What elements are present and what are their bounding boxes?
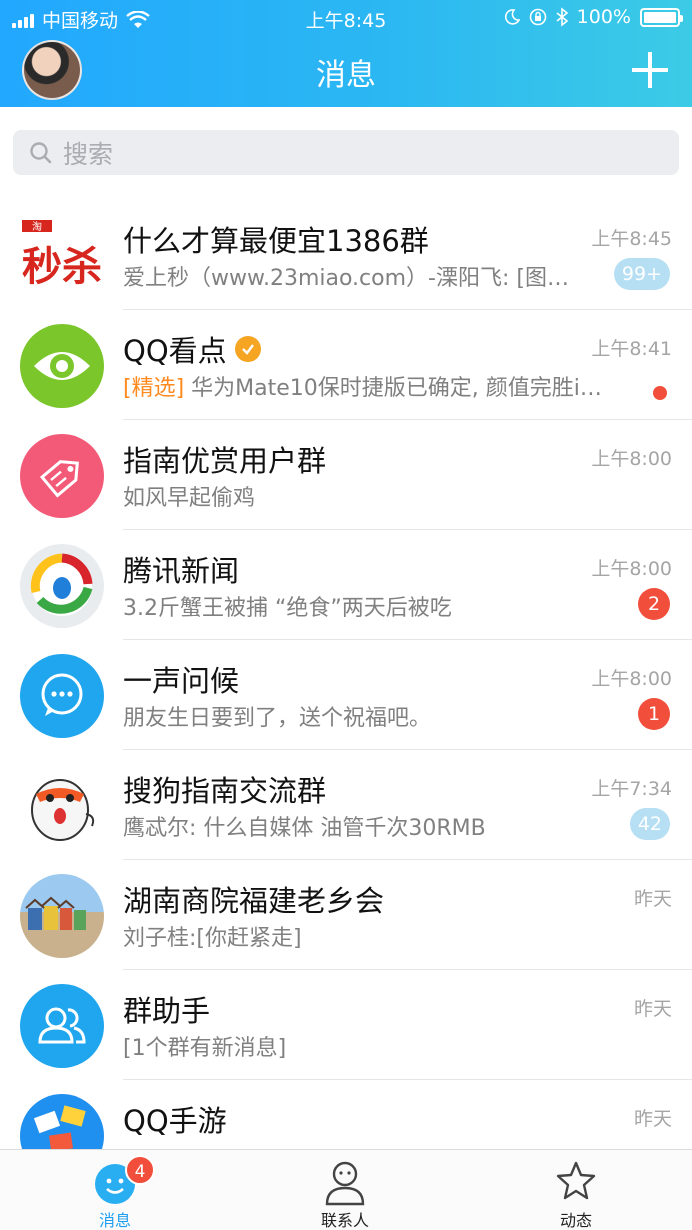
conversation-preview: 鹰忒尔: 什么自媒体 油管千次30RMB xyxy=(123,816,486,841)
conversation-time: 昨天 xyxy=(633,888,672,910)
tab-contacts[interactable]: 联系人 xyxy=(275,1150,415,1230)
svg-text:秒杀: 秒杀 xyxy=(22,244,102,290)
status-right: 100% xyxy=(504,6,683,28)
conversation-row[interactable]: 群助手 [1个群有新消息] 昨天 xyxy=(0,970,692,1080)
conversation-name: 什么才算最便宜1386群 xyxy=(123,224,429,258)
group-icon xyxy=(20,984,104,1068)
conversation-row[interactable]: 指南优赏用户群 如风早起偷鸡 上午8:00 xyxy=(0,420,692,530)
unread-badge: 42 xyxy=(629,808,670,840)
svg-text:淘: 淘 xyxy=(32,220,42,233)
tab-bar: 4 消息 联系人 动态 xyxy=(0,1149,692,1230)
conversation-time: 昨天 xyxy=(633,998,672,1020)
verified-icon xyxy=(234,336,261,362)
tab-unread-badge: 4 xyxy=(125,1155,155,1185)
conversation-time: 上午8:41 xyxy=(591,338,672,360)
conversation-preview: 朋友生日要到了，送个祝福吧。 xyxy=(123,706,432,731)
conversation-preview: [1个群有新消息] xyxy=(123,1036,287,1061)
status-bar: 中国移动 上午8:45 100% xyxy=(0,0,692,36)
moon-icon xyxy=(504,9,520,25)
conversation-row[interactable]: 湖南商院福建老乡会 刘子桂:[你赶紧走] 昨天 xyxy=(0,860,692,970)
conversation-preview: 如风早起偷鸡 xyxy=(123,486,256,511)
conversation-preview: 3.2斤蟹王被捕 “绝食”两天后被吃 xyxy=(123,596,452,621)
conversation-row[interactable]: QQ看点 [精选] 华为Mate10保时捷版已确定, 颜值完胜i… 上午8:41 xyxy=(0,310,692,420)
conversation-row[interactable]: 一声问候 朋友生日要到了，送个祝福吧。 上午8:00 1 xyxy=(0,640,692,750)
conversation-list: 淘秒杀 什么才算最便宜1386群 爱上秒（www.23miao.com）-溧阳飞… xyxy=(0,200,692,1190)
conversation-name: QQ看点 xyxy=(123,328,261,370)
star-icon xyxy=(556,1161,596,1200)
search-placeholder: 搜索 xyxy=(63,139,114,169)
conversation-time: 上午8:00 xyxy=(591,448,672,470)
unread-badge: 1 xyxy=(638,698,670,730)
add-plus-icon[interactable] xyxy=(632,52,668,88)
conversation-name: QQ手游 xyxy=(123,1104,227,1138)
bluetooth-icon xyxy=(556,7,568,27)
app-header: 中国移动 上午8:45 100% 消息 xyxy=(0,0,692,107)
tab-messages[interactable]: 4 消息 xyxy=(45,1150,185,1230)
conversation-name: 群助手 xyxy=(123,994,211,1028)
conversation-row[interactable]: 搜狗指南交流群 鹰忒尔: 什么自媒体 油管千次30RMB 上午7:34 42 xyxy=(0,750,692,860)
page-title: 消息 xyxy=(316,58,376,93)
featured-tag: [精选] xyxy=(123,376,185,401)
conversation-time: 上午8:00 xyxy=(591,668,672,690)
conversation-name: 搜狗指南交流群 xyxy=(123,774,327,808)
unread-badge: 99+ xyxy=(613,258,670,290)
sogou-dog-avatar xyxy=(20,764,104,848)
rotation-lock-icon xyxy=(529,8,546,26)
conversation-name: 湖南商院福建老乡会 xyxy=(123,884,385,918)
unread-dot xyxy=(653,386,667,400)
conversation-row[interactable]: 腾讯新闻 3.2斤蟹王被捕 “绝食”两天后被吃 上午8:00 2 xyxy=(0,530,692,640)
tab-label: 消息 xyxy=(98,1211,131,1230)
conversation-name: 指南优赏用户群 xyxy=(123,444,327,478)
eye-icon xyxy=(20,324,104,408)
battery-icon xyxy=(640,7,683,27)
conversation-name: 一声问候 xyxy=(123,664,240,698)
conversation-title: QQ看点 xyxy=(123,334,227,368)
miaosha-logo: 淘秒杀 xyxy=(20,214,104,298)
beach-huts-photo xyxy=(20,874,104,958)
conversation-row[interactable]: 淘秒杀 什么才算最便宜1386群 爱上秒（www.23miao.com）-溧阳飞… xyxy=(0,200,692,310)
conversation-preview: 刘子桂:[你赶紧走] xyxy=(123,926,302,951)
conversation-time: 上午7:34 xyxy=(591,778,672,800)
search-bar[interactable]: 搜索 xyxy=(13,130,679,175)
tab-label: 联系人 xyxy=(320,1211,369,1230)
conversation-time: 昨天 xyxy=(633,1108,672,1130)
chat-bubble-icon xyxy=(20,654,104,738)
person-icon xyxy=(325,1161,365,1206)
conversation-preview: 爱上秒（www.23miao.com）-溧阳飞: [图… xyxy=(123,266,569,291)
conversation-time: 上午8:00 xyxy=(591,558,672,580)
battery-percent: 100% xyxy=(576,6,631,28)
tag-icon xyxy=(20,434,104,518)
conversation-name: 腾讯新闻 xyxy=(123,554,240,588)
conversation-preview: [精选] 华为Mate10保时捷版已确定, 颜值完胜i… xyxy=(123,370,613,402)
tab-label: 动态 xyxy=(559,1211,592,1230)
search-icon xyxy=(30,141,52,163)
preview-text: 华为Mate10保时捷版已确定, 颜值完胜i… xyxy=(191,376,602,401)
conversation-time: 上午8:45 xyxy=(591,228,672,250)
unread-badge: 2 xyxy=(638,588,670,620)
tab-feed[interactable]: 动态 xyxy=(506,1150,646,1230)
tencent-news-logo xyxy=(20,544,104,628)
